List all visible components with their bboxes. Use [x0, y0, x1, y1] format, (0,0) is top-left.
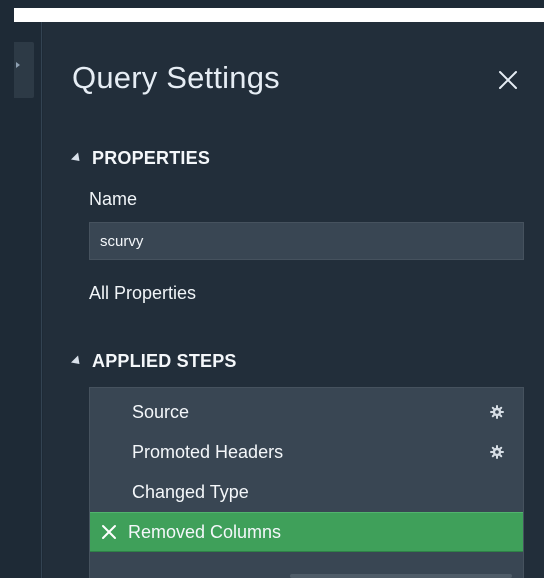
top-window-strip	[14, 8, 544, 22]
step-changed-type[interactable]: Changed Type	[90, 472, 523, 512]
step-label: Promoted Headers	[132, 441, 284, 462]
delete-step-icon[interactable]	[100, 523, 118, 541]
applied-steps-header[interactable]: APPLIED STEPS	[70, 349, 237, 373]
gear-icon[interactable]	[489, 404, 505, 420]
panel-title: Query Settings	[72, 60, 280, 95]
properties-header[interactable]: PROPERTIES	[70, 146, 211, 170]
query-name-value: scurvy	[100, 232, 144, 250]
close-button[interactable]	[494, 66, 522, 94]
step-label: Changed Type	[132, 481, 249, 502]
collapse-triangle-icon	[70, 355, 84, 368]
horizontal-scrollbar-thumb[interactable]	[290, 574, 512, 578]
collapse-triangle-icon	[70, 152, 84, 165]
gear-icon[interactable]	[489, 444, 505, 460]
all-properties-link[interactable]: All Properties	[89, 283, 196, 304]
applied-steps-list: Source Promoted Headers Changed Type Rem…	[89, 387, 524, 578]
left-rail	[0, 22, 42, 578]
left-collapse-tab[interactable]	[14, 42, 34, 98]
step-label: Source	[132, 401, 190, 422]
step-removed-columns[interactable]: Removed Columns	[90, 512, 523, 552]
close-icon	[499, 71, 517, 89]
properties-header-label: PROPERTIES	[92, 147, 211, 168]
name-label: Name	[89, 189, 138, 209]
chevron-right-icon	[16, 62, 20, 68]
applied-steps-header-label: APPLIED STEPS	[92, 350, 237, 371]
query-name-input[interactable]: scurvy	[89, 222, 524, 260]
step-label: Removed Columns	[128, 521, 282, 542]
step-promoted-headers[interactable]: Promoted Headers	[90, 432, 523, 472]
step-source[interactable]: Source	[90, 392, 523, 432]
